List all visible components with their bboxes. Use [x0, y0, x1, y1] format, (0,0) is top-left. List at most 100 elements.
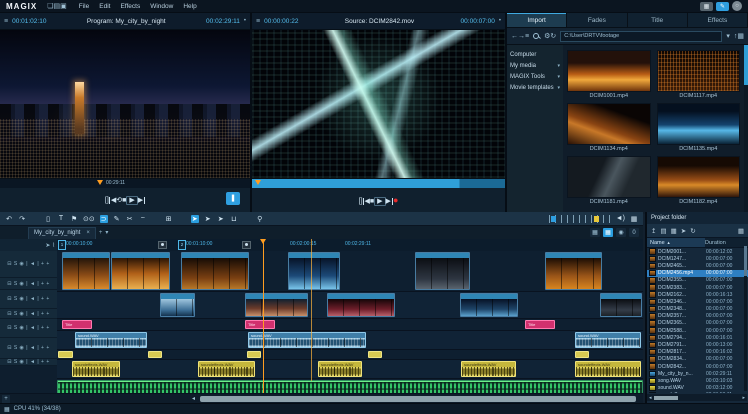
scrollbar-thumb[interactable] — [654, 396, 678, 400]
scroll-left-icon[interactable]: ◂ — [192, 395, 195, 402]
toolbar-icon[interactable]: ← — [511, 33, 518, 40]
chevron-down-icon[interactable]: ▾ — [557, 74, 560, 80]
project-folder-tool-icon[interactable]: ▦ — [671, 227, 677, 235]
project-folder-tool-icon[interactable]: ↻ — [690, 227, 695, 235]
timeline-clip[interactable] — [460, 293, 518, 317]
timeline-clip[interactable]: soundeffects.WAV — [575, 361, 641, 377]
timeline-clip[interactable] — [160, 293, 195, 317]
timeline-clip[interactable]: Title — [245, 320, 275, 329]
view-icon[interactable]: ▦ — [590, 228, 600, 237]
media-file[interactable]: DCIM1001.mp4 — [567, 50, 651, 99]
media-thumbnail[interactable] — [567, 50, 651, 92]
track-header[interactable]: ⊟ S ◉ | ◄ | + + — [0, 319, 57, 338]
media-list-row[interactable]: DCIM2794... 00:00:16:01 — [647, 334, 748, 341]
media-list-row[interactable]: DCIM2001... 00:00:12:02 — [647, 248, 748, 255]
tab-dropdown-icon[interactable]: ▾ — [105, 229, 108, 236]
media-list-row[interactable]: DCIM2162... 00:00:16:13 — [647, 291, 748, 298]
media-list-row[interactable]: DCIM1247... 00:00:07:00 — [647, 255, 748, 262]
audio-track-2[interactable] — [57, 350, 643, 360]
scrub-marker-icon[interactable] — [97, 180, 103, 185]
transport-button[interactable]: ▶ — [138, 197, 145, 204]
chevron-down-icon[interactable]: ▾ — [557, 85, 560, 91]
media-list-row[interactable]: DCIM2365... 00:00:07:00 — [647, 320, 748, 327]
menu-item[interactable]: Edit — [99, 3, 110, 10]
timeline-clip[interactable] — [327, 293, 395, 317]
project-folder-tool-icon[interactable]: ➤ — [681, 227, 686, 235]
playhead-button[interactable]: ❚ — [226, 192, 240, 205]
media-list-row[interactable]: DCIM2817... 00:00:16:02 — [647, 349, 748, 356]
video-track-1[interactable] — [57, 251, 643, 292]
edit-tool-icon[interactable]: ⊔ — [230, 215, 238, 223]
toolbar-icon[interactable]: → — [518, 33, 525, 40]
camera-marker-icon[interactable] — [242, 241, 251, 249]
timeline-clip[interactable]: soundeffects.WAV — [198, 361, 255, 377]
timeline-marker[interactable]: 1 — [58, 240, 66, 250]
timeline-clip[interactable]: soundeffects.WAV — [318, 361, 362, 377]
track-header[interactable]: ⊟ S ◉ | ◄ | + + — [0, 359, 57, 366]
media-thumbnail[interactable] — [657, 103, 741, 145]
track-header[interactable]: ⊟ S ◉ | ◄ | + + — [0, 290, 57, 309]
timeline-clip[interactable]: soundeffects.WAV — [72, 361, 120, 377]
timeline-clip[interactable]: sound.WAV — [248, 332, 366, 348]
media-file[interactable]: DCIM1181.mp4 — [567, 156, 651, 205]
chevron-down-icon[interactable]: ▾ — [557, 63, 560, 69]
media-list-row[interactable]: DCIM2357... 00:00:07:00 — [647, 313, 748, 320]
list-scrollbar[interactable] — [744, 246, 747, 391]
media-thumbnail[interactable] — [567, 103, 651, 145]
timeline-clip[interactable] — [245, 293, 308, 317]
media-list-row[interactable]: DCIM2346... 00:00:07:00 — [647, 298, 748, 305]
zoom-scale-control[interactable] — [549, 215, 611, 223]
timeline-clip[interactable] — [368, 351, 382, 358]
scroll-left-icon[interactable]: ◂ — [649, 395, 652, 401]
track-header[interactable]: ⊟ S ◉ | ◄ | + + — [0, 309, 57, 319]
edit-tool-icon[interactable]: ⚑ — [70, 215, 78, 223]
tree-item[interactable]: MAGIX Tools ▾ — [510, 71, 560, 82]
monitor-options-icon[interactable]: • — [499, 18, 501, 24]
browser-tab[interactable]: Import — [507, 13, 567, 27]
close-icon[interactable]: × — [86, 230, 90, 236]
media-list-row[interactable]: DCIM2842... 00:00:07:00 — [647, 363, 748, 370]
transport-button[interactable]: ▶ — [126, 196, 137, 205]
media-thumbnail[interactable] — [657, 156, 741, 198]
timeline-clip[interactable]: sound.WAV — [575, 332, 641, 348]
view-icon[interactable]: ◉ — [616, 228, 626, 237]
timeline-clip[interactable]: sound.WAV — [75, 332, 147, 348]
media-file[interactable]: DCIM1135.mp4 — [657, 103, 741, 152]
project-folder-tool-icon[interactable]: ▦ — [738, 227, 744, 235]
edit-tool-icon[interactable]: ➤ — [204, 215, 212, 223]
media-list-row[interactable]: DCIM2355... 00:00:07:00 — [647, 277, 748, 284]
timeline-clip[interactable]: Title — [525, 320, 555, 329]
toolbar-icon[interactable]: ↻ — [550, 33, 556, 40]
camera-marker-icon[interactable] — [158, 241, 167, 249]
menu-item[interactable]: Effects — [120, 3, 140, 10]
timeline-clip[interactable]: soundeffects.WAV — [461, 361, 516, 377]
timeline-clip[interactable]: Title — [62, 320, 92, 329]
view-icon[interactable]: ▦ — [603, 228, 613, 237]
edit-tool-icon[interactable]: ✎ — [113, 215, 121, 223]
timeline-clip[interactable] — [415, 252, 470, 290]
media-file[interactable]: DCIM1182.mp4 — [657, 156, 741, 205]
timeline-marker[interactable]: 2 — [178, 240, 186, 250]
media-list-row[interactable]: song.WAV 00:03:10:03 — [647, 377, 748, 384]
scrollbar-thumb[interactable] — [744, 246, 747, 276]
video-track-2[interactable] — [57, 292, 643, 319]
search-icon[interactable] — [533, 33, 540, 40]
list-h-scrollbar[interactable]: ◂ ▸ — [647, 394, 747, 401]
tree-item[interactable]: Movie templates ▾ — [510, 82, 560, 93]
track-header[interactable]: ⊟ S ◉ | ◄ | + + — [0, 278, 57, 290]
monitor-menu-icon[interactable]: ≡ — [4, 18, 8, 25]
edit-tool-icon[interactable]: ▯ — [44, 215, 52, 223]
audio-track-1[interactable]: sound.WAV sound.WAV sound.WAV — [57, 331, 643, 350]
media-list-row[interactable]: DCIM2588... 00:00:07:00 — [647, 327, 748, 334]
browser-scrollbar[interactable] — [744, 45, 748, 214]
edit-tool-icon[interactable]: ➤ — [191, 215, 199, 223]
monitor-options-icon[interactable]: • — [244, 18, 246, 24]
timeline-clip[interactable] — [62, 252, 110, 290]
path-dropdown-icon[interactable]: ▾ — [726, 32, 730, 40]
source-scrub-bar[interactable] — [252, 178, 505, 188]
toolbar-icon[interactable]: ▦ — [737, 33, 744, 40]
speaker-icon[interactable]: ◄) — [616, 215, 625, 222]
timeline-clip[interactable] — [575, 351, 589, 358]
edit-tool-icon[interactable]: ⊞ — [165, 215, 173, 223]
audio-track-3[interactable]: soundeffects.WAV soundeffects.WAV soundeff… — [57, 360, 643, 379]
